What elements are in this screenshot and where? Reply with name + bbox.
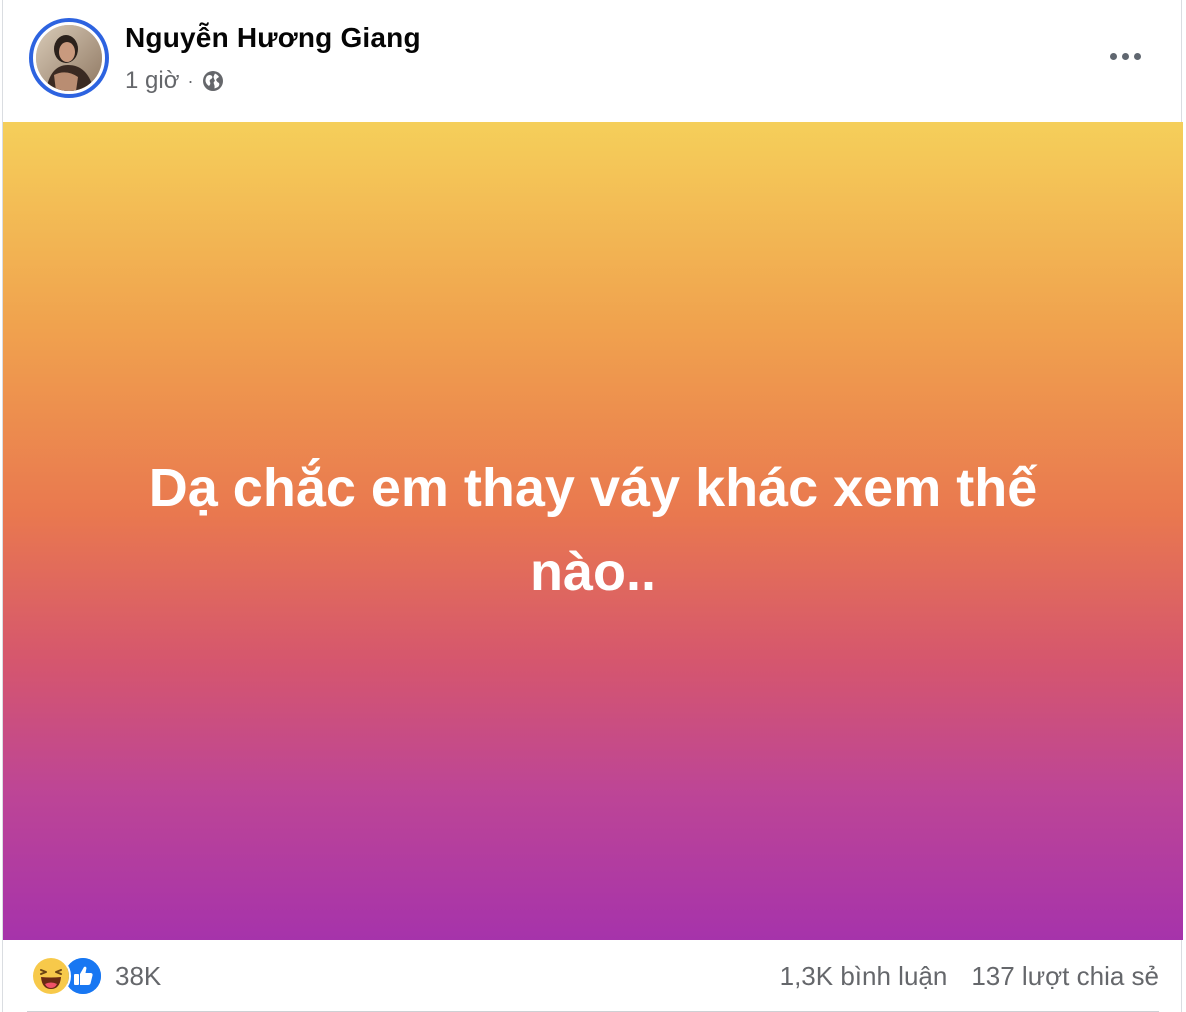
post-text: Dạ chắc em thay váy khác xem thế nào..: [148, 458, 1038, 602]
haha-icon: [31, 956, 71, 996]
reaction-count: 38K: [115, 960, 162, 991]
more-options-button[interactable]: [1097, 36, 1153, 76]
globe-icon[interactable]: [201, 69, 225, 93]
engagement-counts: 1,3K bình luận 137 lượt chia sẻ: [780, 956, 1159, 996]
more-horizontal-icon: [1109, 52, 1117, 60]
meta-separator: ·: [187, 70, 194, 91]
colored-background-post: Dạ chắc em thay váy khác xem thế nào..: [3, 122, 1183, 940]
post-header: Nguyễn Hương Giang 1 giờ ·: [3, 0, 1183, 122]
avatar[interactable]: [29, 18, 109, 98]
reactions-summary[interactable]: 38K: [31, 956, 161, 996]
comment-count[interactable]: 1,3K bình luận: [780, 961, 948, 992]
post-footer: 38K 1,3K bình luận 137 lượt chia sẻ: [3, 940, 1183, 1012]
post-meta: 1 giờ ·: [125, 64, 225, 98]
author-name[interactable]: Nguyễn Hương Giang: [125, 22, 421, 54]
share-count[interactable]: 137 lượt chia sẻ: [971, 961, 1159, 992]
facebook-post: Nguyễn Hương Giang 1 giờ · Dạ chắc em th…: [2, 0, 1183, 1012]
avatar-photo: [33, 22, 105, 94]
post-timestamp[interactable]: 1 giờ: [125, 67, 179, 95]
